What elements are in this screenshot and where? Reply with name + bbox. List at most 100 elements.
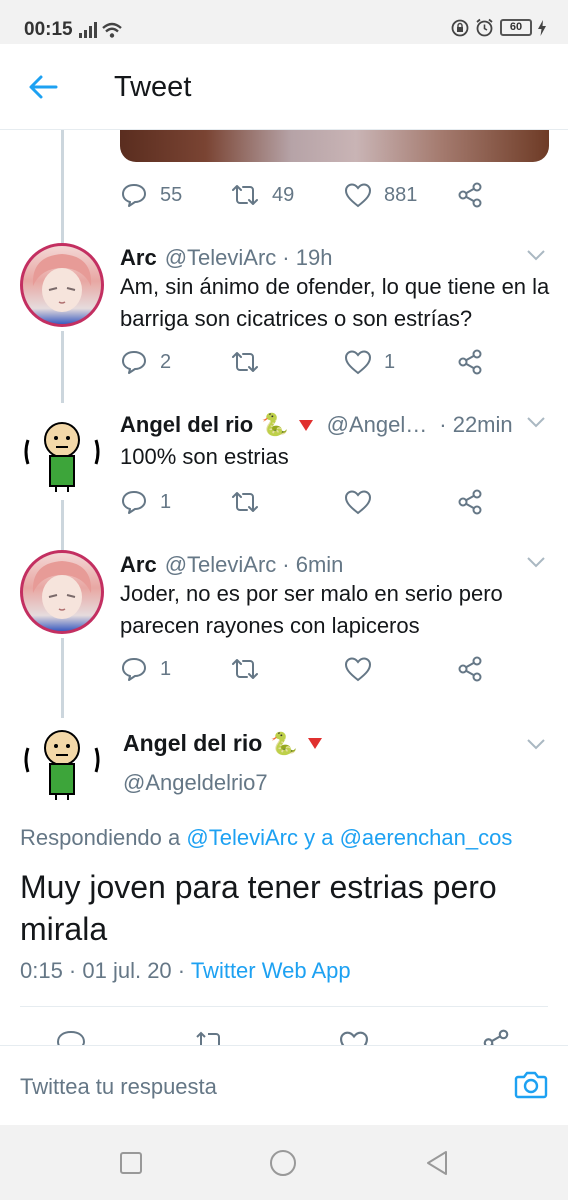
- heart-icon: [344, 490, 372, 515]
- avatar[interactable]: [20, 718, 104, 802]
- snake-emoji-icon: 🐍: [261, 412, 289, 437]
- retweet-icon: [232, 352, 258, 372]
- chevron-down-icon[interactable]: [526, 249, 546, 261]
- home-icon[interactable]: [268, 1148, 298, 1178]
- share-icon: [458, 349, 482, 375]
- share-icon: [458, 182, 482, 208]
- lock-rotation-icon: [451, 19, 469, 36]
- page-title: Tweet: [114, 71, 192, 103]
- retweet-button[interactable]: [230, 487, 260, 517]
- reply-input[interactable]: Twittea tu respuesta: [20, 1074, 217, 1100]
- reply-count: 1: [160, 657, 172, 680]
- share-icon: [458, 489, 482, 515]
- retweet-icon[interactable]: [194, 1028, 226, 1046]
- share-icon[interactable]: [480, 1028, 512, 1046]
- heart-icon: [344, 350, 372, 375]
- recent-apps-icon[interactable]: [116, 1148, 146, 1178]
- share-button[interactable]: [456, 654, 484, 684]
- author-name[interactable]: Angel del rio: [123, 730, 262, 757]
- alarm-icon: [476, 18, 493, 37]
- author-name[interactable]: Arc: [120, 552, 157, 578]
- main-author[interactable]: Angel del rio 🐍: [123, 730, 322, 757]
- reply-icon[interactable]: [55, 1028, 87, 1046]
- like-button[interactable]: [344, 654, 372, 684]
- replying-prefix: Respondiendo a: [20, 825, 181, 850]
- red-triangle-icon: [298, 419, 313, 431]
- avatar[interactable]: [20, 410, 104, 494]
- author-handle[interactable]: @Angel…: [327, 412, 428, 438]
- status-time: 00:15: [24, 19, 73, 40]
- share-button[interactable]: [456, 347, 484, 377]
- mention-link[interactable]: @aerenchan_cos: [340, 825, 513, 850]
- retweet-button[interactable]: 49: [230, 180, 294, 210]
- system-navigation-bar: [0, 1125, 568, 1200]
- source-link[interactable]: Twitter Web App: [191, 958, 351, 983]
- like-button[interactable]: 881: [344, 180, 417, 210]
- share-icon: [458, 656, 482, 682]
- author-name[interactable]: Angel del rio: [120, 412, 253, 438]
- author-handle[interactable]: @Angeldelrio7: [123, 770, 268, 796]
- divider: [20, 1006, 548, 1007]
- tweet-text: Am, sin ánimo de ofender, lo que tiene e…: [120, 274, 550, 331]
- camera-icon[interactable]: [514, 1068, 548, 1100]
- tweet-text: 100% son estrias: [120, 444, 289, 469]
- like-count: 881: [384, 183, 418, 206]
- tweet-time: · 19h: [282, 245, 333, 270]
- author-name[interactable]: Arc: [120, 245, 157, 271]
- reply-composer[interactable]: Twittea tu respuesta: [0, 1045, 568, 1125]
- tweet-media-image[interactable]: [120, 130, 549, 162]
- main-tweet-actions: [0, 1020, 568, 1046]
- tweet-actions: 1: [120, 487, 550, 517]
- app-header: Tweet: [0, 44, 568, 130]
- thread-line: [61, 500, 64, 550]
- chevron-down-icon[interactable]: [526, 416, 546, 428]
- snake-emoji-icon: 🐍: [270, 730, 298, 756]
- mention-link[interactable]: @TeleviArc: [186, 825, 298, 850]
- heart-icon[interactable]: [338, 1030, 370, 1046]
- charging-icon: [538, 19, 546, 36]
- retweet-button[interactable]: [230, 654, 260, 684]
- replying-to: Respondiendo a @TeleviArc y a @aerenchan…: [20, 825, 512, 851]
- reply-icon: [122, 658, 146, 681]
- red-triangle-icon: [307, 738, 322, 749]
- share-button[interactable]: [456, 487, 484, 517]
- reply-button[interactable]: 55: [120, 180, 182, 210]
- back-triangle-icon[interactable]: [422, 1148, 452, 1178]
- retweet-button[interactable]: [230, 347, 260, 377]
- like-button[interactable]: 1: [344, 347, 395, 377]
- tweet-timestamp: 0:15 · 01 jul. 20 ·: [20, 958, 186, 983]
- like-button[interactable]: [344, 487, 372, 517]
- tweet-meta: 0:15 · 01 jul. 20 · Twitter Web App: [20, 958, 351, 984]
- tweet-actions: 1: [120, 654, 550, 684]
- status-bar: 00:15 60: [0, 0, 568, 44]
- retweet-icon: [232, 659, 258, 679]
- signal-wifi-icon: [79, 22, 122, 38]
- root-tweet-actions: 55 49 881: [120, 180, 550, 210]
- avatar[interactable]: [20, 243, 104, 327]
- thread-line: [61, 331, 64, 403]
- tweet-actions: 2 1: [120, 347, 550, 377]
- retweet-icon: [232, 492, 258, 512]
- avatar[interactable]: [20, 550, 104, 634]
- battery-level: 60: [500, 19, 532, 36]
- back-arrow-icon[interactable]: [26, 70, 60, 104]
- chevron-down-icon[interactable]: [526, 738, 546, 750]
- chevron-down-icon[interactable]: [526, 556, 546, 568]
- reply-count: 1: [160, 490, 172, 513]
- thread-line: [61, 638, 64, 718]
- main-tweet-text: Muy joven para tener estrias pero mirala: [20, 869, 497, 947]
- author-handle[interactable]: @TeleviArc: [165, 245, 277, 271]
- tweet-time: · 6min: [282, 552, 344, 577]
- reply-button[interactable]: 1: [120, 654, 171, 684]
- tweet-time: · 22min: [439, 412, 513, 437]
- reply-icon: [122, 491, 146, 514]
- tweet-text: Joder, no es por ser malo en serio pero …: [120, 581, 503, 638]
- author-handle[interactable]: @TeleviArc: [165, 552, 277, 578]
- reply-button[interactable]: 1: [120, 487, 171, 517]
- heart-icon: [344, 183, 372, 208]
- thread-line: [61, 130, 64, 243]
- share-button[interactable]: [456, 180, 484, 210]
- retweet-icon: [232, 185, 258, 205]
- reply-button[interactable]: 2: [120, 347, 171, 377]
- retweet-count: 49: [272, 183, 295, 206]
